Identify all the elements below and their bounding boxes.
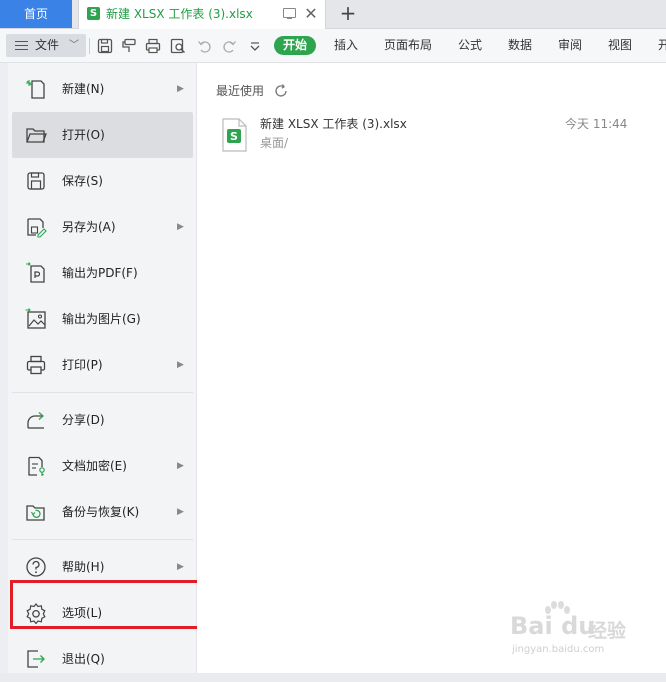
ribbon-tab-page-layout[interactable]: 页面布局 xyxy=(384,29,432,62)
menu-item-label: 分享(D) xyxy=(62,413,105,427)
format-painter-icon[interactable] xyxy=(120,37,138,55)
export-pdf-icon xyxy=(26,262,45,283)
sheet-backdrop xyxy=(0,63,8,673)
new-file-icon xyxy=(26,80,45,99)
menu-item-new[interactable]: 新建(N) ▶ xyxy=(12,66,193,112)
menu-item-share[interactable]: 分享(D) xyxy=(12,397,193,443)
menu-divider xyxy=(12,539,193,540)
menu-item-label: 文档加密(E) xyxy=(62,459,127,473)
print-icon xyxy=(26,355,46,375)
print-icon[interactable] xyxy=(144,37,162,55)
submenu-arrow-icon: ▶ xyxy=(177,84,184,94)
save-as-icon xyxy=(27,218,47,238)
menu-item-label: 打开(O) xyxy=(62,128,105,142)
menu-item-print[interactable]: 打印(P) ▶ xyxy=(12,342,193,388)
hamburger-icon xyxy=(15,41,28,50)
more-dropdown-icon[interactable] xyxy=(246,37,264,55)
menu-divider xyxy=(12,392,193,393)
menu-item-label: 保存(S) xyxy=(62,174,103,188)
menu-item-export-image[interactable]: 输出为图片(G) xyxy=(12,296,193,342)
recent-file-name: 新建 XLSX 工作表 (3).xlsx xyxy=(260,117,407,131)
save-icon[interactable] xyxy=(96,37,114,55)
menu-item-label: 另存为(A) xyxy=(62,220,116,234)
ribbon-tab-view[interactable]: 视图 xyxy=(608,29,632,62)
save-icon xyxy=(27,172,45,190)
backup-icon xyxy=(26,505,45,521)
submenu-arrow-icon: ▶ xyxy=(177,461,184,471)
export-image-icon xyxy=(25,308,46,329)
menu-item-encrypt[interactable]: 文档加密(E) ▶ xyxy=(12,443,193,489)
watermark-url: jingyan.baidu.com xyxy=(512,644,605,655)
ribbon-tab-overflow[interactable]: 开 xyxy=(658,29,666,62)
recent-file-time: 今天 11:44 xyxy=(565,117,628,131)
tab-bar: 首页 S 新建 XLSX 工作表 (3).xlsx ✕ + xyxy=(0,0,666,29)
encrypt-icon xyxy=(28,456,45,476)
ribbon-tab-formulas[interactable]: 公式 xyxy=(458,29,482,62)
tab-home[interactable]: 首页 xyxy=(0,0,72,28)
toolbar: 文件 ﹀ 开始 插入 页面布局 公式 数据 审阅 视图 开 xyxy=(0,29,666,63)
menu-item-label: 打印(P) xyxy=(62,358,103,372)
toolbar-divider xyxy=(89,38,90,54)
share-icon xyxy=(27,412,44,429)
ribbon-tab-review[interactable]: 审阅 xyxy=(558,29,582,62)
highlight-box xyxy=(10,580,206,629)
file-menu-label: 文件 xyxy=(35,38,60,52)
recent-file-path: 桌面/ xyxy=(260,136,289,150)
spreadsheet-file-icon: S xyxy=(222,118,247,152)
menu-item-label: 退出(Q) xyxy=(62,652,105,666)
help-icon xyxy=(26,557,46,577)
file-menu-button[interactable]: 文件 ﹀ xyxy=(6,34,86,57)
new-tab-button[interactable]: + xyxy=(336,0,360,27)
watermark-suffix: 经验 xyxy=(588,620,627,642)
menu-item-label: 备份与恢复(K) xyxy=(62,505,140,519)
submenu-arrow-icon: ▶ xyxy=(177,507,184,517)
menu-item-save-as[interactable]: 另存为(A) ▶ xyxy=(12,204,193,250)
recent-panel: 最近使用 S 新建 XLSX 工作表 (3).xlsx 桌面/ 今天 11:44 xyxy=(197,63,666,673)
undo-icon[interactable] xyxy=(196,37,214,55)
menu-item-label: 新建(N) xyxy=(62,82,105,96)
redo-icon[interactable] xyxy=(220,37,238,55)
tab-document-title: 新建 XLSX 工作表 (3).xlsx xyxy=(106,7,253,21)
tab-document[interactable]: S 新建 XLSX 工作表 (3).xlsx ✕ xyxy=(78,0,326,29)
menu-item-export-pdf[interactable]: 输出为PDF(F) xyxy=(12,250,193,296)
submenu-arrow-icon: ▶ xyxy=(177,360,184,370)
menu-item-label: 输出为图片(G) xyxy=(62,312,141,326)
recent-heading: 最近使用 xyxy=(216,84,265,98)
menu-item-backup[interactable]: 备份与恢复(K) ▶ xyxy=(12,489,193,535)
submenu-arrow-icon: ▶ xyxy=(177,222,184,232)
open-folder-icon xyxy=(26,128,47,143)
print-preview-icon[interactable] xyxy=(169,37,187,55)
close-tab-icon[interactable]: ✕ xyxy=(302,0,320,28)
exit-icon xyxy=(27,650,45,668)
recent-file-item[interactable]: S 新建 XLSX 工作表 (3).xlsx 桌面/ 今天 11:44 xyxy=(219,113,639,159)
ribbon-tab-home[interactable]: 开始 xyxy=(274,36,317,55)
refresh-icon[interactable] xyxy=(272,82,290,100)
chevron-down-icon: ﹀ xyxy=(69,40,79,51)
baidu-watermark: Bai du 经验 jingyan.baidu.com xyxy=(508,600,648,662)
spreadsheet-file-icon: S xyxy=(87,7,100,20)
menu-item-save[interactable]: 保存(S) xyxy=(12,158,193,204)
menu-item-open[interactable]: 打开(O) xyxy=(12,112,193,158)
watermark-brand: Bai du xyxy=(510,612,596,640)
menu-item-label: 输出为PDF(F) xyxy=(62,266,138,280)
svg-text:S: S xyxy=(230,130,238,143)
window-mode-icon[interactable] xyxy=(283,8,296,19)
menu-item-exit[interactable]: 退出(Q) xyxy=(12,636,193,682)
ribbon-tab-insert[interactable]: 插入 xyxy=(334,29,358,62)
ribbon-tab-data[interactable]: 数据 xyxy=(508,29,532,62)
